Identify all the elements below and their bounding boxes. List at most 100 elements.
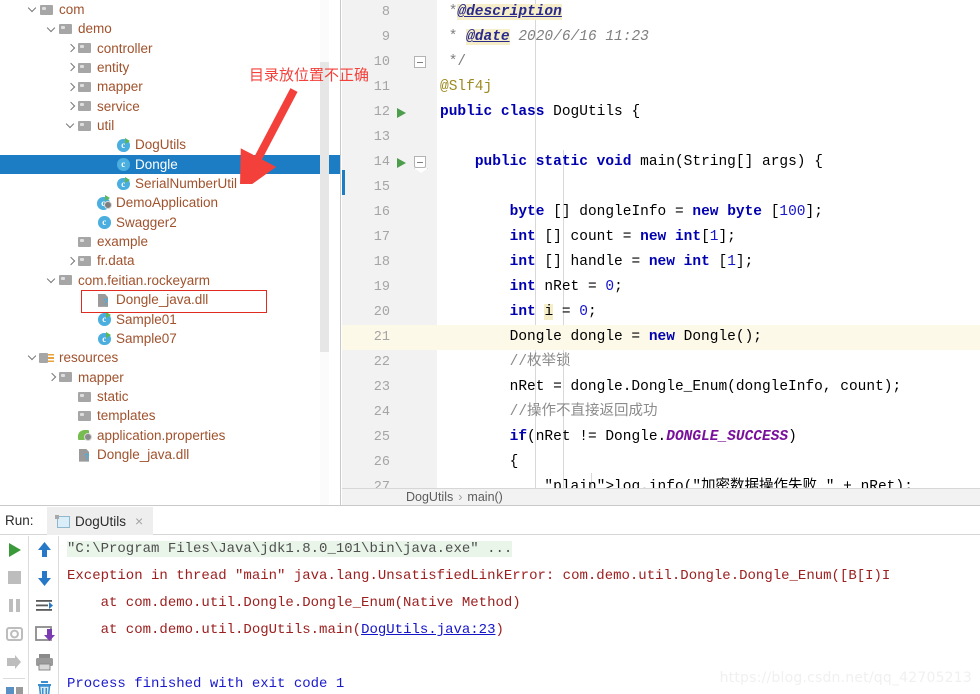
code-text: int nRet = 0; bbox=[509, 279, 623, 295]
run-tab-dogutils[interactable]: DogUtils × bbox=[47, 507, 154, 535]
chevron-right-icon[interactable] bbox=[64, 78, 77, 97]
tree-item-label: entity bbox=[97, 60, 130, 76]
close-icon[interactable]: × bbox=[135, 514, 143, 528]
code-editor[interactable]: 8 *@description 9 * @date 2020/6/16 11:23… bbox=[342, 0, 980, 505]
code-content[interactable]: 8 *@description 9 * @date 2020/6/16 11:23… bbox=[342, 0, 980, 495]
chevron-right-icon[interactable] bbox=[64, 97, 77, 116]
code-line[interactable]: 12 public class DogUtils { bbox=[342, 100, 980, 125]
print-icon[interactable] bbox=[30, 648, 59, 676]
tree-item-demoapplication[interactable]: cDemoApplication bbox=[0, 193, 340, 212]
code-line[interactable]: 9 * @date 2020/6/16 11:23 bbox=[342, 25, 980, 50]
soft-wrap-icon[interactable] bbox=[30, 592, 59, 620]
code-line[interactable]: 24 //操作不直接返回成功 bbox=[342, 400, 980, 425]
breadcrumb-method[interactable]: main() bbox=[467, 490, 502, 504]
rerun-icon[interactable] bbox=[0, 648, 29, 676]
code-line[interactable]: 23 nRet = dongle.Dongle_Enum(dongleInfo,… bbox=[342, 375, 980, 400]
tree-item-resources[interactable]: resources bbox=[0, 348, 340, 367]
tree-item-label: resources bbox=[59, 350, 119, 366]
screenshot-icon[interactable] bbox=[0, 620, 29, 648]
run-configuration-icon bbox=[55, 514, 70, 528]
tree-item-demo[interactable]: demo bbox=[0, 19, 340, 38]
tree-item-label: com.feitian.rockeyarm bbox=[78, 272, 211, 288]
chevron-right-icon[interactable] bbox=[64, 39, 77, 58]
folder-icon bbox=[77, 40, 94, 56]
layout-icon[interactable] bbox=[0, 681, 29, 694]
run-tab-bar: Run: DogUtils × bbox=[0, 506, 980, 535]
tree-item-com-feitian-rockeyarm[interactable]: com.feitian.rockeyarm bbox=[0, 271, 340, 290]
java-class-runnable-icon: c bbox=[115, 137, 132, 153]
chevron-down-icon[interactable] bbox=[26, 348, 39, 367]
code-line[interactable]: 22 //枚举锁 bbox=[342, 350, 980, 375]
tree-twisty-spacer bbox=[64, 445, 77, 464]
tree-item-com[interactable]: com bbox=[0, 0, 340, 19]
code-text: public static void main(String[] args) { bbox=[474, 154, 823, 170]
tree-item-templates[interactable]: templates bbox=[0, 406, 340, 425]
line-number: 26 bbox=[373, 455, 390, 470]
folder-icon bbox=[77, 60, 94, 76]
chevron-down-icon[interactable] bbox=[45, 20, 58, 39]
chevron-right-icon[interactable] bbox=[45, 368, 58, 387]
scroll-down-icon[interactable] bbox=[30, 564, 59, 592]
tree-scrollbar-thumb[interactable] bbox=[320, 62, 329, 352]
code-line[interactable]: 25 if(nRet != Dongle.DONGLE_SUCCESS) bbox=[342, 425, 980, 450]
code-text: int [] count = new int[1]; bbox=[509, 229, 736, 245]
tree-item-mapper[interactable]: mapper bbox=[0, 368, 340, 387]
tree-item-example[interactable]: example bbox=[0, 232, 340, 251]
code-line[interactable]: 18 int [] handle = new int [1]; bbox=[342, 250, 980, 275]
code-line[interactable]: 21 Dongle dongle = new Dongle(); bbox=[342, 325, 980, 350]
export-icon[interactable] bbox=[30, 620, 59, 648]
tree-item-label: fr.data bbox=[97, 253, 135, 269]
folder-icon bbox=[77, 118, 94, 134]
watermark-text: https://blog.csdn.net/qq_42705213 bbox=[719, 670, 972, 686]
editor-breadcrumb[interactable]: DogUtils › main() bbox=[342, 488, 980, 505]
chevron-right-icon[interactable] bbox=[64, 58, 77, 77]
run-icon[interactable] bbox=[0, 536, 29, 564]
chevron-down-icon[interactable] bbox=[64, 116, 77, 135]
code-line[interactable]: 13 bbox=[342, 125, 980, 150]
code-line[interactable]: 19 int nRet = 0; bbox=[342, 275, 980, 300]
run-toolbar-primary[interactable] bbox=[0, 536, 29, 694]
java-class-runnable-icon: c bbox=[96, 311, 113, 327]
code-line[interactable]: 26 { bbox=[342, 450, 980, 475]
stop-icon[interactable] bbox=[0, 564, 29, 592]
tree-item-static[interactable]: static bbox=[0, 387, 340, 406]
chevron-down-icon[interactable] bbox=[45, 271, 58, 290]
chevron-right-icon[interactable] bbox=[64, 252, 77, 271]
code-line[interactable]: 20 int i = 0; bbox=[342, 300, 980, 325]
fold-collapse-icon[interactable] bbox=[414, 56, 426, 68]
tree-item-sample01[interactable]: c Sample01 bbox=[0, 310, 340, 329]
tree-item-label: com bbox=[59, 2, 85, 17]
line-number: 8 bbox=[381, 5, 390, 20]
run-toolbar-secondary[interactable] bbox=[30, 536, 59, 694]
tree-item-swagger2[interactable]: c Swagger2 bbox=[0, 213, 340, 232]
tree-item-controller[interactable]: controller bbox=[0, 39, 340, 58]
code-line[interactable]: 17 int [] count = new int[1]; bbox=[342, 225, 980, 250]
tree-item-sample07[interactable]: c Sample07 bbox=[0, 329, 340, 348]
tree-item-dongle-java-dll[interactable]: ? Dongle_java.dll bbox=[0, 445, 340, 464]
code-text: if(nRet != Dongle.DONGLE_SUCCESS) bbox=[509, 429, 797, 445]
console-error: at com.demo.util.Dongle.Dongle_Enum(Nati… bbox=[67, 595, 521, 611]
code-line[interactable]: 14 public static void main(String[] args… bbox=[342, 150, 980, 175]
folder-icon bbox=[77, 234, 94, 250]
breadcrumb-class[interactable]: DogUtils bbox=[406, 490, 453, 504]
stacktrace-link[interactable]: DogUtils.java:23 bbox=[361, 622, 495, 638]
code-line[interactable]: 10 */ bbox=[342, 50, 980, 75]
fold-collapse-icon[interactable] bbox=[414, 156, 426, 168]
run-gutter-icon[interactable] bbox=[397, 108, 406, 118]
code-line[interactable]: 11 @Slf4j bbox=[342, 75, 980, 100]
line-number: 24 bbox=[373, 405, 390, 420]
chevron-down-icon[interactable] bbox=[26, 0, 39, 19]
pause-icon[interactable] bbox=[0, 592, 29, 620]
code-line[interactable]: 8 *@description bbox=[342, 0, 980, 25]
code-line[interactable]: 16 byte [] dongleInfo = new byte [100]; bbox=[342, 200, 980, 225]
run-gutter-icon[interactable] bbox=[397, 158, 406, 168]
tree-item-label: DogUtils bbox=[135, 137, 187, 153]
tree-item-application-properties[interactable]: application.properties bbox=[0, 426, 340, 445]
code-line[interactable]: 15 bbox=[342, 175, 980, 200]
tree-item-dongle-java-dll[interactable]: ? Dongle_java.dll bbox=[0, 290, 340, 309]
scroll-up-icon[interactable] bbox=[30, 536, 59, 564]
trash-icon[interactable] bbox=[30, 676, 59, 694]
tree-item-fr-data[interactable]: fr.data bbox=[0, 251, 340, 270]
console-error: at com.demo.util.DogUtils.main( bbox=[67, 622, 362, 638]
code-text: @Slf4j bbox=[440, 79, 493, 95]
